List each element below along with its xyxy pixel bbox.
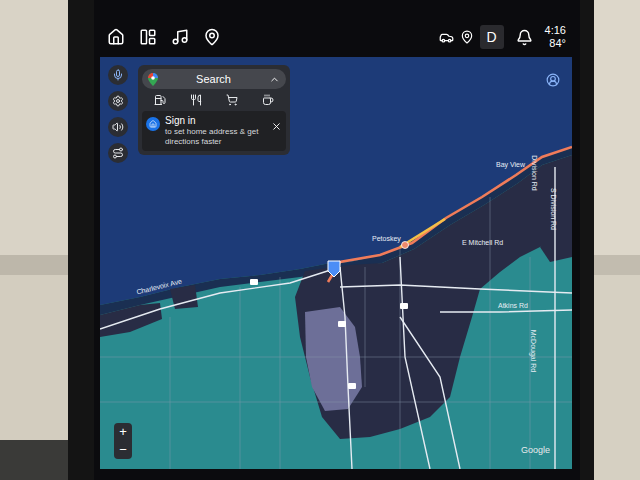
- side-button[interactable]: [108, 117, 128, 137]
- temperature: 84°: [549, 37, 566, 50]
- mic-icon: [112, 69, 124, 81]
- bezel-right: [580, 0, 594, 480]
- screen: D4:1684°Bay ViewPetoskeyE Mitchell RdCha…: [94, 0, 580, 480]
- location-icon[interactable]: [198, 23, 226, 51]
- map-label: Bay View: [496, 161, 525, 169]
- dashboard-left: [0, 0, 68, 480]
- time: 4:16: [545, 24, 566, 37]
- car-icon: [439, 30, 454, 45]
- music-icon[interactable]: [166, 23, 194, 51]
- map-label: E Mitchell Rd: [462, 239, 503, 247]
- gear-indicator: D: [480, 25, 504, 49]
- grocery-icon[interactable]: [226, 94, 238, 106]
- route-icon: [112, 147, 124, 159]
- attribution: Google: [521, 444, 550, 458]
- search-bar[interactable]: Search: [142, 69, 286, 89]
- map-label: Atkins Rd: [498, 302, 528, 310]
- side-button[interactable]: [108, 65, 128, 85]
- clock: 4:1684°: [545, 24, 572, 50]
- profile-icon[interactable]: [546, 73, 560, 87]
- top-bar: D 4:1684°: [94, 20, 580, 54]
- bell-icon[interactable]: [516, 29, 533, 46]
- side-controls: [108, 65, 128, 163]
- side-button[interactable]: [108, 91, 128, 111]
- volume-icon: [112, 121, 124, 133]
- map-label: Division Rd: [530, 155, 538, 190]
- sign-in-title: Sign in: [165, 115, 266, 127]
- restaurant-icon[interactable]: [190, 94, 202, 106]
- map-label: Petoskey: [372, 235, 401, 243]
- zoom-in-button[interactable]: +: [114, 423, 132, 441]
- bezel-bottom: [94, 469, 580, 480]
- gas-icon[interactable]: [154, 94, 166, 106]
- maps-logo-icon: [148, 73, 158, 86]
- dashboard-right: [594, 0, 640, 480]
- home-icon: [149, 120, 157, 128]
- zoom-out-button[interactable]: −: [114, 441, 132, 459]
- map-label: McDougal Rd: [529, 330, 537, 372]
- sign-in-subtitle: to set home address & get directions fas…: [165, 127, 266, 147]
- coffee-icon[interactable]: [262, 94, 274, 106]
- search-label: Search: [158, 71, 269, 88]
- side-button[interactable]: [108, 143, 128, 163]
- close-icon[interactable]: [271, 121, 282, 132]
- gear-icon: [112, 95, 124, 107]
- category-row: [142, 89, 286, 111]
- gps-icon: [460, 30, 474, 44]
- zoom-controls: +−: [114, 423, 132, 459]
- search-panel: Search Sign into set home address & get d…: [138, 65, 290, 155]
- bezel-left: [68, 0, 94, 480]
- photo: D4:1684°Bay ViewPetoskeyE Mitchell RdCha…: [0, 0, 640, 480]
- home-icon[interactable]: [102, 23, 130, 51]
- map-label: S Division Rd: [549, 188, 557, 230]
- layout-icon[interactable]: [134, 23, 162, 51]
- chevron-icon[interactable]: [269, 74, 280, 85]
- sign-in-card[interactable]: Sign into set home address & get directi…: [142, 111, 286, 151]
- map[interactable]: Bay ViewPetoskeyE Mitchell RdCharlevoix …: [100, 57, 572, 469]
